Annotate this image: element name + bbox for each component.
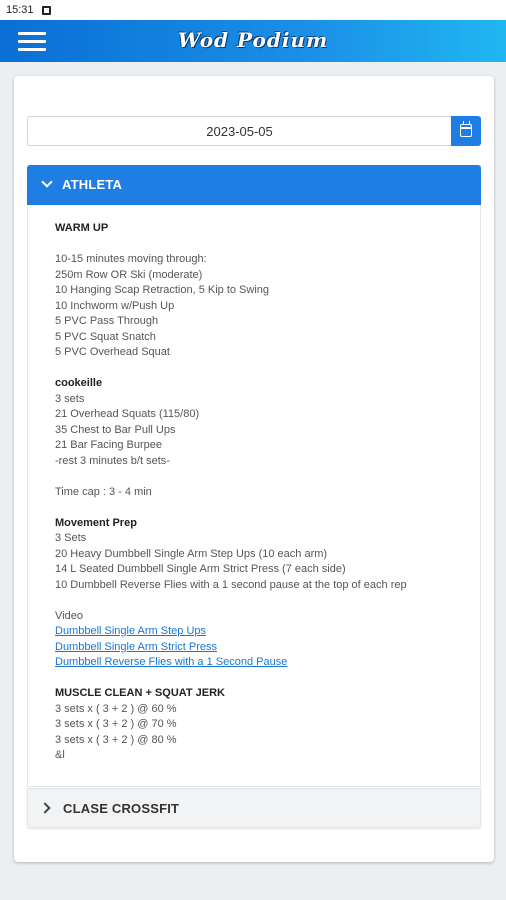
status-time: 15:31 xyxy=(6,4,34,16)
status-bar: 15:31 xyxy=(0,0,506,20)
warmup-title: WARM UP xyxy=(55,222,109,234)
lift-title: MUSCLE CLEAN + SQUAT JERK xyxy=(55,687,226,699)
prep-line: 20 Heavy Dumbbell Single Arm Step Ups (1… xyxy=(55,547,328,560)
lift-line: &l xyxy=(55,749,65,761)
warmup-line: 10 Inchworm w/Push Up xyxy=(55,299,175,312)
video-link[interactable]: Dumbbell Single Arm Step Ups xyxy=(55,624,453,640)
prep-line: 14 L Seated Dumbbell Single Arm Strict P… xyxy=(55,563,346,575)
lift-line: 3 sets x ( 3 + 2 ) @ 70 % xyxy=(55,718,177,730)
warmup-line: 10-15 minutes moving through: xyxy=(55,253,207,265)
wod-title: cookeille xyxy=(55,377,103,389)
video-label: Video xyxy=(55,609,83,622)
video-link[interactable]: Dumbbell Single Arm Strict Press xyxy=(55,640,453,656)
accordion-body-athleta: WARM UP 10-15 minutes moving through: 25… xyxy=(27,205,481,787)
chevron-right-icon xyxy=(39,802,51,814)
wod-line: 21 Overhead Squats (115/80) xyxy=(55,408,200,420)
chevron-down-icon xyxy=(41,176,53,188)
time-cap: Time cap : 3 - 4 min xyxy=(55,485,152,498)
warmup-line: 10 Hanging Scap Retraction, 5 Kip to Swi… xyxy=(55,284,270,296)
prep-line: 3 Sets xyxy=(55,532,87,544)
prep-line: 10 Dumbbell Reverse Flies with a 1 secon… xyxy=(55,578,407,591)
app-bar: Wod Podium xyxy=(0,20,506,62)
wod-line: 21 Bar Facing Burpee xyxy=(55,439,163,451)
wod-line: -rest 3 minutes b/t sets- xyxy=(55,454,170,467)
lift-line: 3 sets x ( 3 + 2 ) @ 60 % xyxy=(55,702,177,715)
date-input[interactable] xyxy=(27,116,451,146)
notification-icon xyxy=(41,5,51,15)
warmup-line: 5 PVC Squat Snatch xyxy=(55,330,156,343)
calendar-button[interactable] xyxy=(451,116,481,146)
lift-line: 3 sets x ( 3 + 2 ) @ 80 % xyxy=(55,733,177,746)
accordion-title: ATHLETA xyxy=(62,177,123,192)
app-logo: Wod Podium xyxy=(177,28,329,52)
wod-line: 3 sets xyxy=(55,392,85,405)
calendar-icon xyxy=(460,121,472,137)
accordion-title: CLASE CROSSFIT xyxy=(63,801,180,816)
date-picker xyxy=(27,116,481,146)
prep-title: Movement Prep xyxy=(55,516,137,529)
warmup-line: 5 PVC Overhead Squat xyxy=(55,346,170,358)
warmup-line: 250m Row OR Ski (moderate) xyxy=(55,268,203,281)
video-link[interactable]: Dumbbell Reverse Flies with a 1 Second P… xyxy=(55,655,453,671)
accordion-header-clase-crossfit[interactable]: CLASE CROSSFIT xyxy=(27,788,481,828)
warmup-line: 5 PVC Pass Through xyxy=(55,315,159,327)
wod-line: 35 Chest to Bar Pull Ups xyxy=(55,423,176,436)
workout-card: ATHLETA WARM UP 10-15 minutes moving thr… xyxy=(14,76,494,862)
accordion-header-athleta[interactable]: ATHLETA xyxy=(27,165,481,205)
